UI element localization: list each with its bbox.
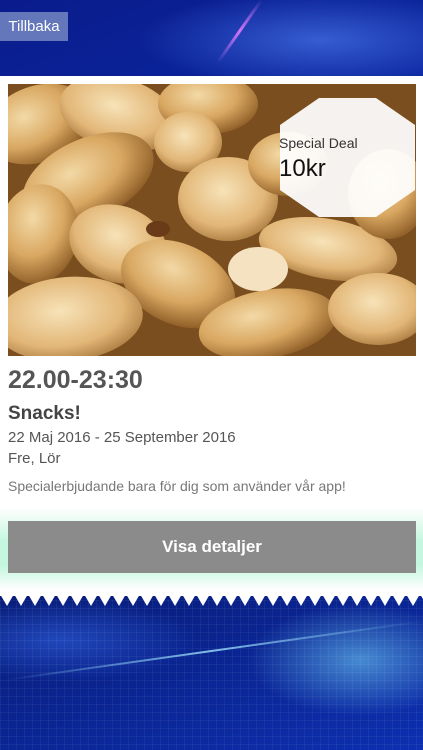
show-details-button[interactable]: Visa detaljer bbox=[8, 521, 416, 573]
card-zigzag-edge bbox=[0, 594, 423, 606]
offer-photo: Special Deal 10kr bbox=[8, 84, 416, 356]
special-deal-label: Special Deal bbox=[279, 135, 358, 151]
special-deal-badge: Special Deal 10kr bbox=[279, 97, 416, 218]
offer-description: Specialerbjudande bara för dig som använ… bbox=[8, 478, 346, 494]
offer-days: Fre, Lör bbox=[8, 450, 61, 467]
background-grid bbox=[0, 600, 423, 750]
offer-time: 22.00-23:30 bbox=[8, 366, 143, 394]
back-button[interactable]: Tillbaka bbox=[0, 12, 68, 41]
offer-date-range: 22 Maj 2016 - 25 September 2016 bbox=[8, 429, 236, 446]
offer-title: Snacks! bbox=[8, 403, 81, 424]
special-deal-price: 10kr bbox=[279, 155, 326, 182]
offer-card: Special Deal 10kr 22.00-23:30 Snacks! 22… bbox=[0, 76, 423, 596]
